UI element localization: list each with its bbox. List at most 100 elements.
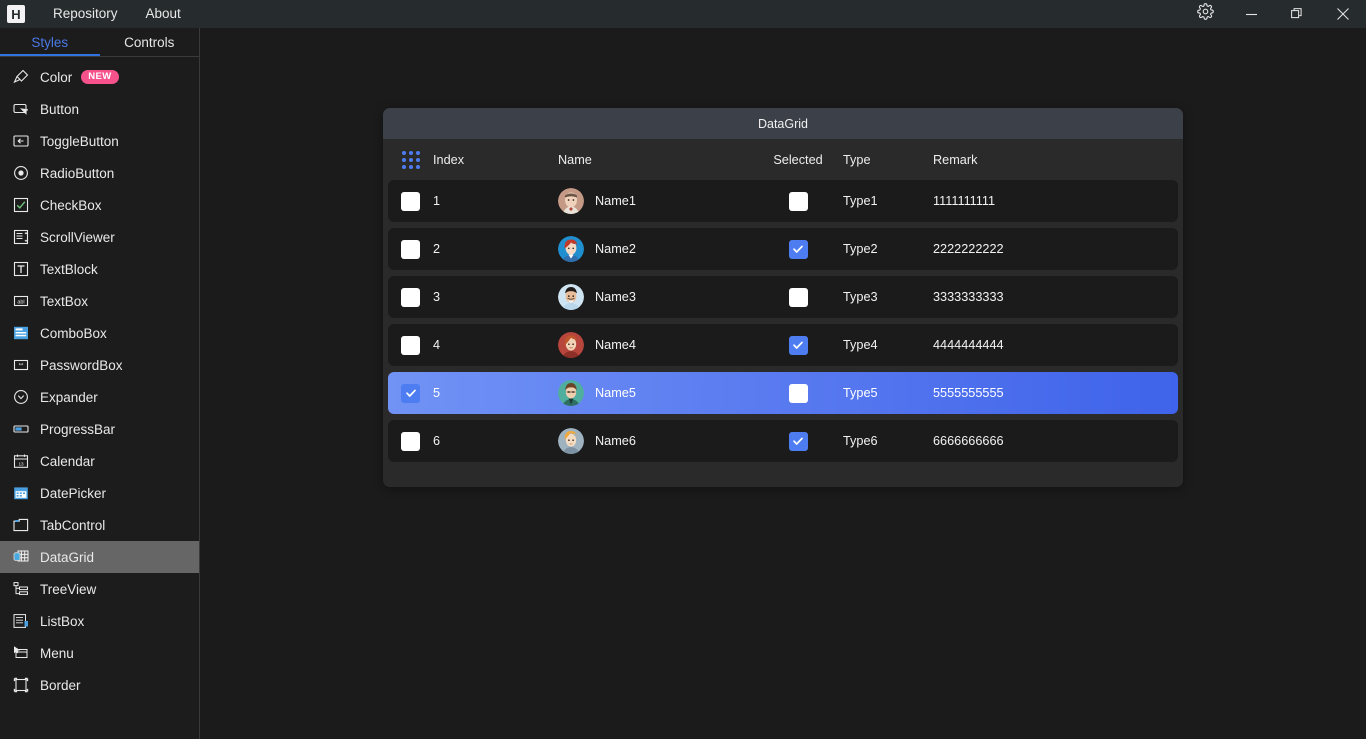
avatar	[558, 428, 584, 454]
sidebar-item-label: Expander	[40, 390, 98, 405]
cell-selected[interactable]	[753, 240, 843, 259]
sidebar-item-label: ScrollViewer	[40, 230, 115, 245]
row-checkbox[interactable]	[401, 192, 420, 211]
sidebar-item-listbox[interactable]: ListBox	[0, 605, 199, 637]
sidebar-item-label: Color	[40, 70, 72, 85]
sidebar-item-menu[interactable]: Menu	[0, 637, 199, 669]
row-checkbox[interactable]	[401, 336, 420, 355]
avatar	[558, 284, 584, 310]
progress-bar-icon	[12, 420, 30, 438]
sidebar-item-togglebutton[interactable]: ToggleButton	[0, 125, 199, 157]
menu-about[interactable]: About	[132, 0, 195, 28]
sidebar-item-passwordbox[interactable]: ** PasswordBox	[0, 349, 199, 381]
svg-text:abl: abl	[17, 300, 24, 306]
date-picker-icon	[12, 484, 30, 502]
sidebar-item-label: PasswordBox	[40, 358, 123, 373]
row-checkbox[interactable]	[401, 384, 420, 403]
sidebar-item-textbox[interactable]: abl TextBox	[0, 285, 199, 317]
cell-name: Name4	[558, 332, 753, 358]
cell-index: 5	[433, 386, 558, 400]
svg-text:13: 13	[18, 461, 24, 466]
sidebar-item-tabcontrol[interactable]: TabControl	[0, 509, 199, 541]
settings-button[interactable]	[1182, 0, 1228, 28]
cell-selected[interactable]	[753, 336, 843, 355]
sidebar-item-label: TextBlock	[40, 262, 98, 277]
close-icon	[1337, 8, 1349, 20]
table-row[interactable]: 1 Name1 Type1 1111111111	[388, 180, 1178, 222]
sidebar-item-treeview[interactable]: TreeView	[0, 573, 199, 605]
selected-checkbox[interactable]	[789, 192, 808, 211]
table-row[interactable]: 2 Name2 Type2 2222222222	[388, 228, 1178, 270]
row-checkbox[interactable]	[401, 288, 420, 307]
selected-checkbox[interactable]	[789, 288, 808, 307]
row-select-cell[interactable]	[388, 336, 433, 355]
sidebar-item-label: ComboBox	[40, 326, 107, 341]
row-select-cell[interactable]	[388, 432, 433, 451]
grid-dots-icon[interactable]	[402, 151, 420, 169]
tab-controls[interactable]: Controls	[100, 28, 200, 56]
combo-box-icon	[12, 324, 30, 342]
close-button[interactable]	[1320, 0, 1366, 28]
sidebar-item-label: CheckBox	[40, 198, 102, 213]
sidebar-item-checkbox[interactable]: CheckBox	[0, 189, 199, 221]
sidebar-item-button[interactable]: Button	[0, 93, 199, 125]
cell-name-label: Name5	[595, 387, 636, 400]
row-checkbox[interactable]	[401, 432, 420, 451]
minimize-button[interactable]	[1228, 0, 1274, 28]
sidebar-item-label: TextBox	[40, 294, 88, 309]
scroll-viewer-icon	[12, 228, 30, 246]
table-row[interactable]: 6 Name6 Type6 6666666666	[388, 420, 1178, 462]
column-header-remark[interactable]: Remark	[933, 153, 1178, 167]
text-box-icon: abl	[12, 292, 30, 310]
sidebar-item-calendar[interactable]: 13 Calendar	[0, 445, 199, 477]
cell-remark: 4444444444	[933, 338, 1178, 352]
column-header-type[interactable]: Type	[843, 153, 933, 167]
toggle-button-icon	[12, 132, 30, 150]
avatar	[558, 236, 584, 262]
sidebar-item-expander[interactable]: Expander	[0, 381, 199, 413]
cell-name: Name6	[558, 428, 753, 454]
sidebar-item-label: Calendar	[40, 454, 95, 469]
sidebar-item-datepicker[interactable]: DatePicker	[0, 477, 199, 509]
sidebar-item-radiobutton[interactable]: RadioButton	[0, 157, 199, 189]
tab-styles[interactable]: Styles	[0, 28, 100, 56]
avatar	[558, 380, 584, 406]
column-header-selected[interactable]: Selected	[753, 153, 843, 167]
brush-icon	[12, 68, 30, 86]
column-header-name[interactable]: Name	[558, 153, 753, 167]
selected-checkbox[interactable]	[789, 432, 808, 451]
selected-checkbox[interactable]	[789, 384, 808, 403]
cell-selected[interactable]	[753, 288, 843, 307]
selected-checkbox[interactable]	[789, 336, 808, 355]
cell-index: 6	[433, 434, 558, 448]
row-select-cell[interactable]	[388, 192, 433, 211]
sidebar-item-datagrid[interactable]: DataGrid	[0, 541, 199, 573]
table-row[interactable]: 3 Name3 Type3 3333333333	[388, 276, 1178, 318]
sidebar-item-color[interactable]: Color NEW	[0, 61, 199, 93]
row-select-cell[interactable]	[388, 240, 433, 259]
sidebar-nav: Color NEW Button ToggleButton	[0, 57, 199, 739]
row-select-cell[interactable]	[388, 384, 433, 403]
sidebar-item-border[interactable]: Border	[0, 669, 199, 701]
datagrid-body: Index Name Selected Type Remark 1	[383, 139, 1183, 487]
row-select-cell[interactable]	[388, 288, 433, 307]
sidebar-item-scrollviewer[interactable]: ScrollViewer	[0, 221, 199, 253]
selected-checkbox[interactable]	[789, 240, 808, 259]
cell-selected[interactable]	[753, 384, 843, 403]
row-checkbox[interactable]	[401, 240, 420, 259]
maximize-button[interactable]	[1274, 0, 1320, 28]
cell-name-label: Name4	[595, 339, 636, 352]
title-bar: H Repository About	[0, 0, 1366, 28]
cell-selected[interactable]	[753, 432, 843, 451]
table-row[interactable]: 5 Name5 Type5 5555555555	[388, 372, 1178, 414]
checkbox-icon	[12, 196, 30, 214]
sidebar-item-label: TabControl	[40, 518, 105, 533]
table-row[interactable]: 4 Name4 Type4 4444444444	[388, 324, 1178, 366]
sidebar-item-combobox[interactable]: ComboBox	[0, 317, 199, 349]
sidebar-item-textblock[interactable]: TextBlock	[0, 253, 199, 285]
select-all-cell[interactable]	[388, 151, 433, 169]
column-header-index[interactable]: Index	[433, 153, 558, 167]
sidebar-item-progressbar[interactable]: ProgressBar	[0, 413, 199, 445]
cell-selected[interactable]	[753, 192, 843, 211]
menu-repository[interactable]: Repository	[39, 0, 132, 28]
